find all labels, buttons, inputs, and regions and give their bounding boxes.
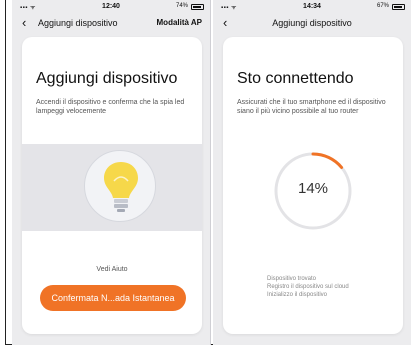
back-chevron-icon[interactable]: ‹ (22, 15, 26, 30)
lightbulb-icon (104, 162, 138, 212)
content-card: Sto connettendo Assicurati che il tuo sm… (223, 37, 403, 334)
phone-screen-add-device: ▪▪▪ ᯤ 12:40 74% ‹ Aggiungi dispositivo M… (12, 0, 210, 345)
status-bar: ▪▪▪ ᯤ 12:40 74% (12, 0, 210, 13)
battery-percent: 74% (175, 3, 188, 9)
device-illustration (22, 144, 202, 231)
step-item: Registro il dispositivo sul cloud (267, 284, 349, 290)
help-link[interactable]: Vedi Aiuto (22, 266, 202, 273)
confirm-quick-mode-button[interactable]: Confermata N...ada Istantanea (40, 285, 186, 311)
status-bar: ▪▪▪ ᯤ 14:34 67% (213, 0, 411, 13)
progress-percent: 14% (297, 180, 329, 197)
screen-divider (210, 0, 211, 345)
battery-icon (191, 4, 204, 10)
nav-bar: ‹ Aggiungi dispositivo (213, 13, 411, 35)
instruction-text: Assicurati che il tuo smartphone ed il d… (237, 99, 386, 115)
battery-percent: 67% (376, 3, 389, 9)
nav-bar: ‹ Aggiungi dispositivo Modalità AP (12, 13, 210, 35)
page-title: Aggiungi dispositivo (36, 70, 178, 87)
ap-mode-link[interactable]: Modalità AP (157, 18, 202, 27)
nav-title: Aggiungi dispositivo (38, 18, 118, 28)
progress-ring: 14% (271, 149, 355, 233)
page-title: Sto connettendo (237, 70, 354, 87)
content-card: Aggiungi dispositivo Accendi il disposit… (22, 37, 202, 334)
bulb-circle (84, 150, 156, 222)
connection-steps: Dispositivo trovato Registro il disposit… (267, 275, 349, 299)
step-item: Dispositivo trovato (267, 276, 317, 282)
phone-screen-connecting: ▪▪▪ ᯤ 14:34 67% ‹ Aggiungi dispositivo S… (213, 0, 411, 345)
instruction-text: Accendi il dispositivo e conferma che la… (36, 99, 185, 115)
battery-icon (392, 4, 405, 10)
step-item: Inizializzo il dispositivo (267, 292, 328, 298)
nav-title: Aggiungi dispositivo (272, 18, 352, 28)
